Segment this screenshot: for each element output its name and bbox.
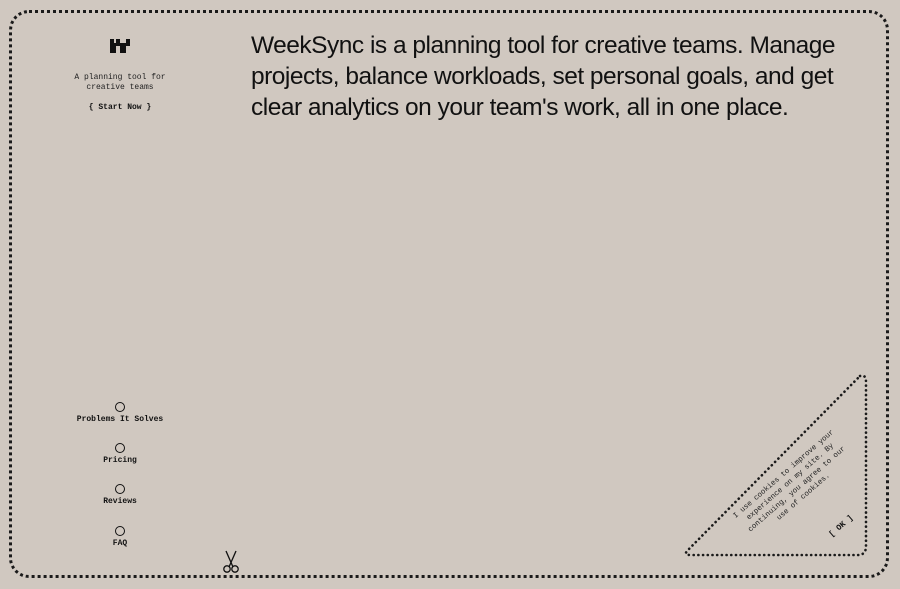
hero-headline: WeekSync is a planning tool for creative…	[251, 32, 836, 121]
weeksync-logo-icon[interactable]	[108, 37, 132, 55]
circle-icon	[115, 484, 125, 494]
scissors-icon	[223, 550, 239, 573]
brand-tagline: A planning tool for creative teams	[74, 73, 166, 92]
nav-item-pricing[interactable]: Pricing	[60, 443, 180, 479]
nav-item-reviews[interactable]: Reviews	[60, 484, 180, 520]
start-now-button[interactable]: { Start Now }	[80, 103, 160, 112]
nav-item-problems[interactable]: Problems It Solves	[60, 402, 180, 438]
nav-item-label: FAQ	[112, 539, 128, 548]
circle-icon	[115, 443, 125, 453]
nav-item-faq[interactable]: FAQ	[60, 526, 180, 562]
circle-icon	[115, 402, 125, 412]
nav-item-label: Pricing	[103, 456, 137, 465]
circle-icon	[115, 526, 125, 536]
nav-item-label: Problems It Solves	[76, 415, 164, 424]
nav-item-label: Reviews	[103, 497, 137, 506]
